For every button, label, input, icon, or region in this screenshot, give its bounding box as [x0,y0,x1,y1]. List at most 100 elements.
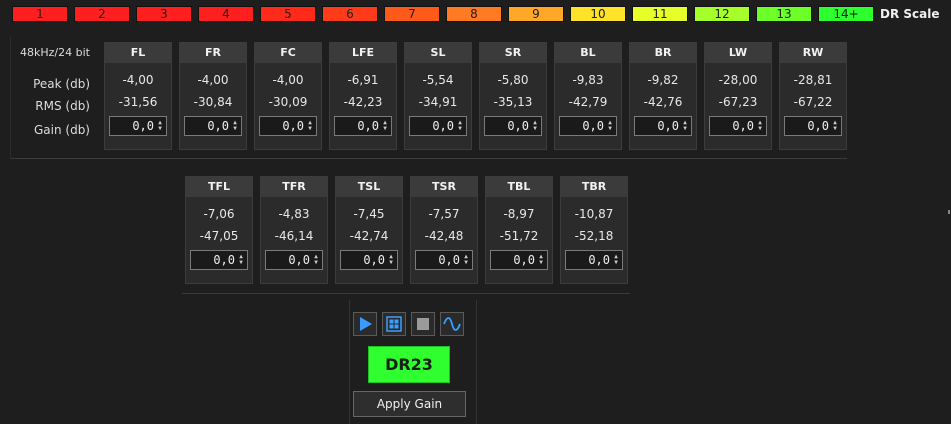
peak-value: -10,87 [574,207,614,221]
spin-arrows-icon[interactable]: ▲ ▼ [531,120,539,132]
peak-row-label: Peak (db) [33,77,90,91]
gain-spinbox[interactable]: 0,0 ▲ ▼ [409,116,467,136]
gain-value: 0,0 [588,253,610,267]
channel-name: LFE [330,43,396,63]
spin-arrows-icon[interactable]: ▲ ▼ [237,254,245,266]
spin-arrows-icon[interactable]: ▲ ▼ [756,120,764,132]
rms-value: -51,72 [499,229,539,243]
dr-scale-cell: 5 [260,6,316,22]
channel-name: TBL [486,177,552,197]
gain-spinbox[interactable]: 0,0 ▲ ▼ [784,116,842,136]
dr-scale-cell: 13 [756,6,812,22]
gain-value: 0,0 [207,119,229,133]
gain-value: 0,0 [288,253,310,267]
channel-tfl: TFL -7,06 -47,05 0,0 ▲ ▼ [185,176,253,284]
rms-value: -42,76 [643,95,683,109]
gain-value: 0,0 [438,253,460,267]
dr-result-badge: DR23 [368,346,450,383]
gain-spinbox[interactable]: 0,0 ▲ ▼ [559,116,617,136]
channel-name: TFL [186,177,252,197]
peak-value: -4,83 [278,207,310,221]
gain-spinbox[interactable]: 0,0 ▲ ▼ [565,250,623,270]
spin-arrows-icon[interactable]: ▲ ▼ [156,120,164,132]
rms-value: -30,84 [193,95,233,109]
rms-value: -67,23 [718,95,758,109]
gain-row-label: Gain (db) [33,123,90,137]
gain-spinbox[interactable]: 0,0 ▲ ▼ [109,116,167,136]
gain-spinbox[interactable]: 0,0 ▲ ▼ [340,250,398,270]
gain-value: 0,0 [432,119,454,133]
dr-scale-cell: 6 [322,6,378,22]
rms-value: -67,22 [793,95,833,109]
dr-scale-cell: 4 [198,6,254,22]
rms-value: -42,74 [349,229,389,243]
gain-value: 0,0 [732,119,754,133]
transport-toolbar [353,312,469,336]
peak-value: -8,97 [503,207,535,221]
gain-spinbox[interactable]: 0,0 ▲ ▼ [190,250,248,270]
peak-value: -28,81 [793,73,833,87]
channel-name: FR [180,43,246,63]
gain-spinbox[interactable]: 0,0 ▲ ▼ [709,116,767,136]
spin-arrows-icon[interactable]: ▲ ▼ [456,120,464,132]
peak-value: -4,00 [122,73,154,87]
spin-arrows-icon[interactable]: ▲ ▼ [387,254,395,266]
grid-icon [386,316,402,332]
dr-scale: 1 2 3 4 5 6 7 8 9 10 11 12 13 14+ DR Scale [12,5,939,23]
channel-name: TSR [411,177,477,197]
channel-tsr: TSR -7,57 -42,48 0,0 ▲ ▼ [410,176,478,284]
channel-lw: LW -28,00 -67,23 0,0 ▲ ▼ [704,42,772,150]
stop-button[interactable] [411,312,435,336]
spin-arrows-icon[interactable]: ▲ ▼ [831,120,839,132]
gain-value: 0,0 [507,119,529,133]
channel-name: BL [555,43,621,63]
spin-arrows-icon[interactable]: ▲ ▼ [612,254,620,266]
stop-icon [417,318,429,330]
dr-scale-cell: 9 [508,6,564,22]
spin-arrows-icon[interactable]: ▲ ▼ [312,254,320,266]
channel-name: FC [255,43,321,63]
spin-arrows-icon[interactable]: ▲ ▼ [231,120,239,132]
dr-scale-cell: 11 [632,6,688,22]
grid-button[interactable] [382,312,406,336]
peak-value: -6,91 [347,73,379,87]
dr-scale-cell: 7 [384,6,440,22]
spin-arrows-icon[interactable]: ▲ ▼ [381,120,389,132]
rms-value: -42,23 [343,95,383,109]
peak-value: -7,45 [353,207,385,221]
gain-spinbox[interactable]: 0,0 ▲ ▼ [634,116,692,136]
dr-scale-cell: 10 [570,6,626,22]
peak-value: -4,00 [272,73,304,87]
gain-spinbox[interactable]: 0,0 ▲ ▼ [484,116,542,136]
gain-spinbox[interactable]: 0,0 ▲ ▼ [415,250,473,270]
channel-fr: FR -4,00 -30,84 0,0 ▲ ▼ [179,42,247,150]
channel-fl: FL -4,00 -31,56 0,0 ▲ ▼ [104,42,172,150]
channel-name: FL [105,43,171,63]
spin-arrows-icon[interactable]: ▲ ▼ [537,254,545,266]
peak-value: -7,06 [203,207,235,221]
channel-name: LW [705,43,771,63]
spin-arrows-icon[interactable]: ▲ ▼ [462,254,470,266]
rms-value: -34,91 [418,95,458,109]
gain-spinbox[interactable]: 0,0 ▲ ▼ [184,116,242,136]
dr-scale-cell: 12 [694,6,750,22]
dr-scale-cell: 2 [74,6,130,22]
spin-arrows-icon[interactable]: ▲ ▼ [606,120,614,132]
gain-value: 0,0 [657,119,679,133]
apply-gain-button[interactable]: Apply Gain [353,391,466,417]
gain-spinbox[interactable]: 0,0 ▲ ▼ [265,250,323,270]
peak-value: -5,54 [422,73,454,87]
rms-value: -31,56 [118,95,158,109]
gain-spinbox[interactable]: 0,0 ▲ ▼ [259,116,317,136]
spin-arrows-icon[interactable]: ▲ ▼ [306,120,314,132]
channel-sr: SR -5,80 -35,13 0,0 ▲ ▼ [479,42,547,150]
rms-value: -46,14 [274,229,314,243]
play-button[interactable] [353,312,377,336]
waveform-button[interactable] [440,312,464,336]
gain-value: 0,0 [132,119,154,133]
spin-arrows-icon[interactable]: ▲ ▼ [681,120,689,132]
rms-value: -42,79 [568,95,608,109]
gain-spinbox[interactable]: 0,0 ▲ ▼ [490,250,548,270]
gain-value: 0,0 [357,119,379,133]
gain-spinbox[interactable]: 0,0 ▲ ▼ [334,116,392,136]
